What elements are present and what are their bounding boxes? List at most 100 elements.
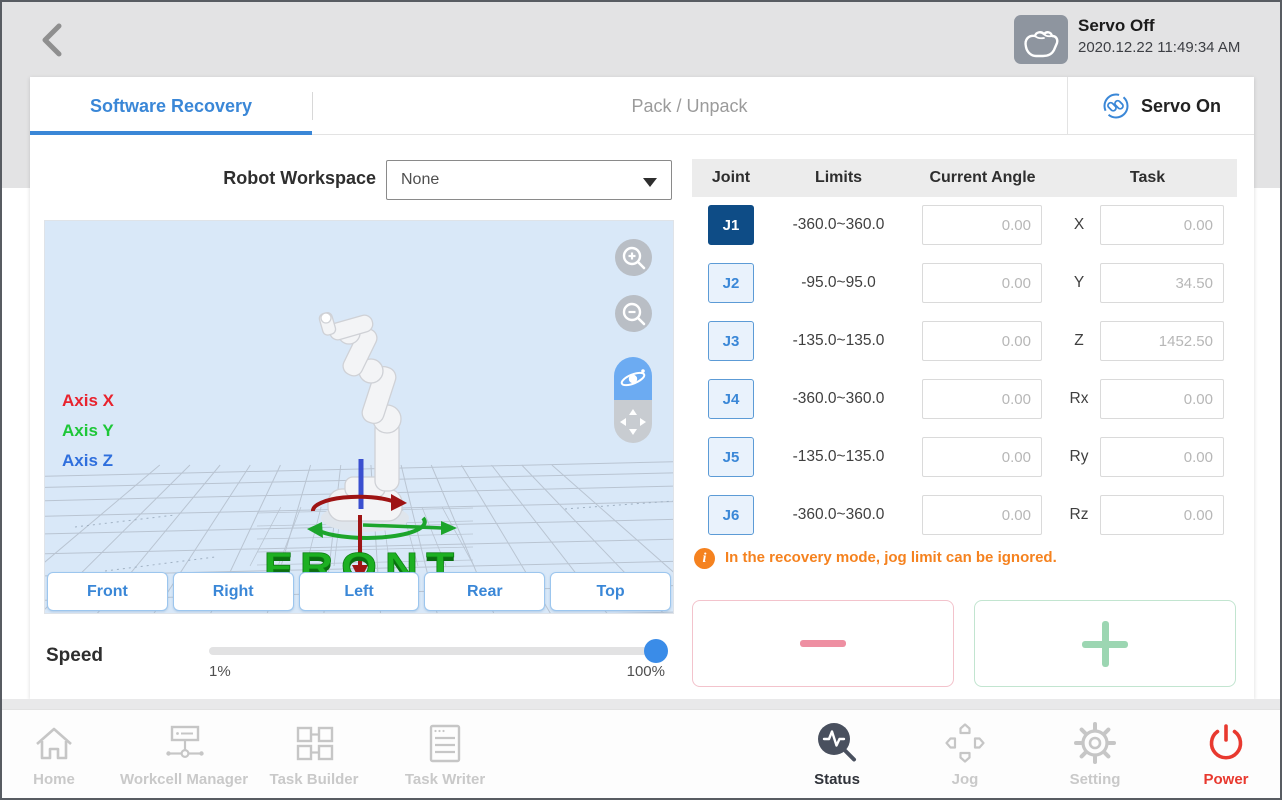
- tab-software-recovery-label: Software Recovery: [90, 96, 252, 117]
- task-x-input[interactable]: [1100, 205, 1224, 245]
- task-rz-input[interactable]: [1100, 495, 1224, 535]
- speed-slider-track[interactable]: [209, 647, 665, 655]
- task-rz-label: Rz: [1060, 495, 1098, 535]
- back-button[interactable]: [28, 16, 76, 64]
- joint-j6-angle-input[interactable]: [922, 495, 1042, 535]
- joint-j2-button[interactable]: J2: [708, 263, 754, 303]
- nav-task-builder[interactable]: Task Builder: [239, 718, 389, 788]
- current-angle-column-header: Current Angle: [907, 169, 1058, 187]
- recovery-notice-text: In the recovery mode, jog limit can be i…: [725, 549, 1057, 566]
- chevron-down-icon: [643, 178, 657, 187]
- task-ry-input[interactable]: [1100, 437, 1224, 477]
- robot-workspace-label: Robot Workspace: [130, 168, 376, 189]
- zoom-in-button[interactable]: [615, 239, 652, 276]
- robot-workspace-dropdown[interactable]: None: [386, 160, 672, 200]
- pan-move-icon: [619, 408, 647, 436]
- view-front-button[interactable]: Front: [47, 572, 168, 611]
- joint-j5-angle-input[interactable]: [922, 437, 1042, 477]
- joint-column-header: Joint: [692, 169, 770, 187]
- joint-j1-button[interactable]: J1: [708, 205, 754, 245]
- nav-workcell-manager[interactable]: Workcell Manager: [109, 718, 259, 788]
- task-y-input[interactable]: [1100, 263, 1224, 303]
- axis-legend: Axis X Axis Y Axis Z: [62, 391, 114, 471]
- nav-task-writer-label: Task Writer: [405, 771, 485, 788]
- jog-icon: [942, 720, 988, 766]
- axis-y-label: Axis Y: [62, 421, 114, 441]
- bottom-navigation-bar: Home Workcell Manager: [2, 709, 1282, 800]
- servo-on-label: Servo On: [1141, 96, 1221, 117]
- servo-status-block: Servo Off 2020.12.22 11:49:34 AM: [1078, 15, 1238, 59]
- axis-z-label: Axis Z: [62, 451, 114, 471]
- joint-j3-angle-input[interactable]: [922, 321, 1042, 361]
- datetime-text: 2020.12.22 11:49:34 AM: [1078, 37, 1238, 59]
- tab-software-recovery[interactable]: Software Recovery: [30, 77, 312, 135]
- pan-mode-button[interactable]: [614, 400, 652, 443]
- joint-j3-limits: -135.0~135.0: [770, 321, 907, 361]
- jog-plus-button[interactable]: [974, 600, 1236, 687]
- axis-x-label: Axis X: [62, 391, 114, 411]
- joint-j1-limits: -360.0~360.0: [770, 205, 907, 245]
- joint-j2-angle-input[interactable]: [922, 263, 1042, 303]
- plus-icon: [1082, 621, 1128, 667]
- view-right-button[interactable]: Right: [173, 572, 294, 611]
- speed-max-label: 100%: [625, 663, 665, 680]
- servo-status-text: Servo Off: [1078, 15, 1238, 37]
- robot-3d-viewport[interactable]: FRONT FRONT Axis X Axis Y Axis Z: [44, 220, 674, 614]
- nav-status-label: Status: [814, 771, 860, 788]
- task-z-input[interactable]: [1100, 321, 1224, 361]
- task-column-header: Task: [1058, 169, 1237, 187]
- nav-jog-label: Jog: [952, 771, 979, 788]
- nav-jog[interactable]: Jog: [890, 718, 1040, 788]
- joint-j4-angle-input[interactable]: [922, 379, 1042, 419]
- servo-status-icon-box: [1014, 15, 1068, 64]
- active-tab-underline: [30, 131, 312, 135]
- jog-minus-button[interactable]: [692, 600, 954, 687]
- joint-table-header: Joint Limits Current Angle Task: [692, 159, 1237, 197]
- view-top-button[interactable]: Top: [550, 572, 671, 611]
- tab-pack-unpack-label: Pack / Unpack: [631, 96, 747, 117]
- joint-j1-angle-input[interactable]: [922, 205, 1042, 245]
- task-y-label: Y: [1060, 263, 1098, 303]
- app-screen: Servo Off 2020.12.22 11:49:34 AM Softwar…: [0, 0, 1282, 800]
- zoom-out-button[interactable]: [615, 295, 652, 332]
- nav-setting-label: Setting: [1070, 771, 1121, 788]
- nav-power[interactable]: Power: [1151, 718, 1282, 788]
- servo-on-button[interactable]: Servo On: [1068, 77, 1254, 135]
- info-icon: i: [694, 548, 715, 569]
- joint-j6-button[interactable]: J6: [708, 495, 754, 535]
- task-rx-input[interactable]: [1100, 379, 1224, 419]
- minus-icon: [800, 640, 846, 647]
- zoom-in-icon: [620, 244, 648, 272]
- workcell-manager-icon: [160, 720, 208, 766]
- joint-j4-button[interactable]: J4: [708, 379, 754, 419]
- tab-pack-unpack[interactable]: Pack / Unpack: [313, 77, 1066, 135]
- joint-j5-button[interactable]: J5: [708, 437, 754, 477]
- main-card: Software Recovery Pack / Unpack Servo On…: [30, 77, 1254, 699]
- nav-setting[interactable]: Setting: [1020, 718, 1170, 788]
- speed-min-label: 1%: [209, 663, 231, 680]
- view-rear-button[interactable]: Rear: [424, 572, 545, 611]
- nav-home-label: Home: [33, 771, 75, 788]
- robot-workspace-selected: None: [401, 171, 439, 189]
- power-icon: [1203, 720, 1249, 766]
- task-writer-icon: [422, 720, 468, 766]
- task-z-label: Z: [1060, 321, 1098, 361]
- hand-icon: [1021, 20, 1061, 60]
- task-rx-label: Rx: [1060, 379, 1098, 419]
- nav-task-writer[interactable]: Task Writer: [370, 718, 520, 788]
- chevron-left-icon: [37, 22, 67, 58]
- joint-j3-button[interactable]: J3: [708, 321, 754, 361]
- servo-on-icon: [1101, 91, 1131, 121]
- limits-column-header: Limits: [770, 169, 907, 187]
- rotate-pan-toggle[interactable]: [614, 357, 652, 443]
- speed-label: Speed: [46, 645, 103, 667]
- joint-j5-limits: -135.0~135.0: [770, 437, 907, 477]
- joint-j6-limits: -360.0~360.0: [770, 495, 907, 535]
- nav-workcell-manager-label: Workcell Manager: [120, 771, 248, 788]
- content-nav-divider: [2, 699, 1282, 709]
- speed-slider-thumb[interactable]: [644, 639, 668, 663]
- view-left-button[interactable]: Left: [299, 572, 420, 611]
- setting-icon: [1072, 720, 1118, 766]
- rotate-mode-button[interactable]: [614, 357, 652, 400]
- robot-3d-scene: FRONT FRONT: [45, 221, 674, 614]
